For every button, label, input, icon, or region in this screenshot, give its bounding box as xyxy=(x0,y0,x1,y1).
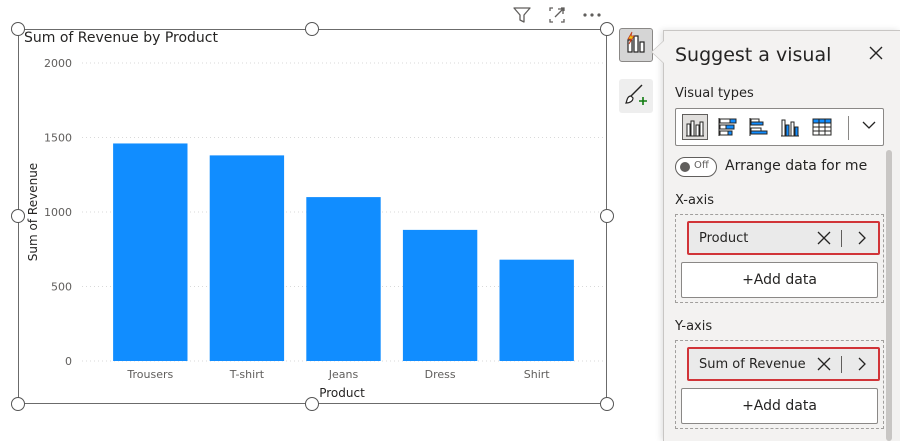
remove-field-icon[interactable] xyxy=(815,229,833,247)
visual-types-label: Visual types xyxy=(675,86,754,101)
remove-field-icon[interactable] xyxy=(815,355,833,373)
y-axis-field-name: Sum of Revenue xyxy=(699,357,806,372)
toggle-knob xyxy=(680,162,690,172)
bar xyxy=(499,259,574,361)
x-tick-label: T-shirt xyxy=(229,368,265,381)
x-tick-label: Trousers xyxy=(126,368,173,381)
stacked-bar-icon[interactable] xyxy=(715,114,741,140)
y-axis-field[interactable]: Sum of Revenue xyxy=(687,347,880,381)
arrange-data-toggle[interactable]: Off xyxy=(675,157,717,177)
bar xyxy=(113,143,188,361)
bar xyxy=(306,197,381,361)
format-visual-button[interactable] xyxy=(619,79,653,113)
x-axis-well: Product +Add data xyxy=(675,214,884,303)
visual-types-selector xyxy=(675,108,884,146)
x-axis-title: Product xyxy=(319,386,365,400)
x-tick-label: Dress xyxy=(425,368,456,381)
build-visual-button[interactable] xyxy=(619,28,653,62)
y-tick-label: 0 xyxy=(65,355,72,368)
clustered-bar-icon[interactable] xyxy=(746,114,772,140)
pane-title: Suggest a visual xyxy=(675,44,832,66)
x-axis-add-data-button[interactable]: +Add data xyxy=(681,262,878,298)
visual-types-divider xyxy=(848,116,849,140)
chevron-right-icon[interactable] xyxy=(853,229,871,247)
close-icon xyxy=(868,45,884,65)
y-tick-label: 500 xyxy=(51,281,72,294)
x-tick-label: Shirt xyxy=(524,368,551,381)
chevron-right-icon[interactable] xyxy=(853,355,871,373)
bar-chart: 0 500 1000 1500 2000 Trousers T-shirt Jeans Dres… xyxy=(26,57,603,400)
suggest-visual-pane: Suggest a visual Visual types Off Arrang… xyxy=(663,30,900,441)
y-axis-label: Y-axis xyxy=(675,319,713,334)
chevron-down-icon xyxy=(861,117,877,137)
close-pane-button[interactable] xyxy=(864,43,888,67)
field-divider xyxy=(841,230,842,247)
bar xyxy=(209,155,285,361)
build-visual-icon xyxy=(623,30,649,60)
x-axis-field[interactable]: Product xyxy=(687,221,880,255)
more-visual-types-button[interactable] xyxy=(856,114,882,140)
toggle-state: Off xyxy=(694,160,709,171)
stacked-column-icon[interactable] xyxy=(777,114,803,140)
clustered-column-icon[interactable] xyxy=(682,114,708,140)
format-visual-icon xyxy=(623,81,649,111)
y-tick-label: 2000 xyxy=(44,57,72,70)
pane-pointer xyxy=(652,41,664,63)
x-tick-label: Jeans xyxy=(328,368,359,381)
y-tick-label: 1500 xyxy=(44,132,72,145)
x-axis-field-name: Product xyxy=(699,231,749,246)
table-icon[interactable] xyxy=(809,114,835,140)
y-axis-add-data-button[interactable]: +Add data xyxy=(681,388,878,424)
pane-scrollbar[interactable] xyxy=(886,150,892,441)
arrange-data-label: Arrange data for me xyxy=(725,158,868,174)
bar xyxy=(402,229,478,361)
y-axis-title: Sum of Revenue xyxy=(26,163,40,261)
y-tick-label: 1000 xyxy=(44,206,72,219)
x-axis-label: X-axis xyxy=(675,193,714,208)
field-divider xyxy=(841,356,842,373)
y-axis-well: Sum of Revenue +Add data xyxy=(675,340,884,429)
